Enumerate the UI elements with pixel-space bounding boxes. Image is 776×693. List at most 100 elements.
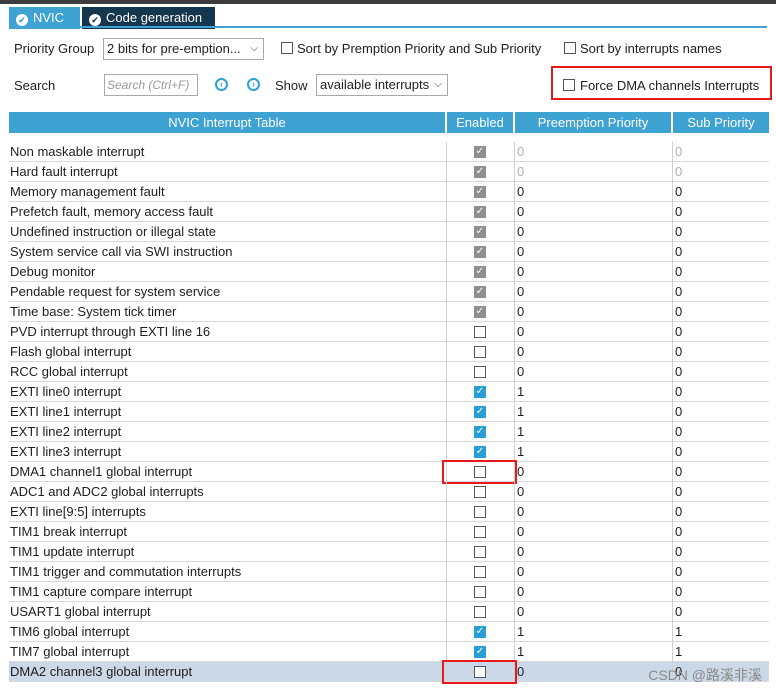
sub-priority-cell[interactable]: 0: [672, 582, 769, 602]
sub-priority-cell[interactable]: 1: [672, 642, 769, 662]
sub-priority-cell[interactable]: 0: [672, 442, 769, 462]
column-header-preemption[interactable]: Preemption Priority: [515, 112, 671, 133]
table-row[interactable]: Hard fault interrupt ✓ 0 0: [9, 162, 769, 182]
sub-priority-cell[interactable]: 0: [672, 482, 769, 502]
table-row[interactable]: EXTI line[9:5] interrupts 0 0: [9, 502, 769, 522]
show-select[interactable]: available interrupts ⌵: [316, 74, 448, 96]
preemption-priority-cell[interactable]: 1: [514, 382, 672, 402]
table-row[interactable]: TIM7 global interrupt ✓ 1 1: [9, 642, 769, 662]
column-header-name[interactable]: NVIC Interrupt Table: [9, 112, 445, 133]
preemption-priority-cell[interactable]: 0: [514, 342, 672, 362]
table-row[interactable]: Debug monitor ✓ 0 0: [9, 262, 769, 282]
sub-priority-cell[interactable]: 0: [672, 382, 769, 402]
sub-priority-cell[interactable]: 0: [672, 242, 769, 262]
enabled-checkbox[interactable]: ✓: [474, 626, 486, 638]
enabled-checkbox[interactable]: [474, 606, 486, 618]
preemption-priority-cell[interactable]: 1: [514, 642, 672, 662]
sub-priority-cell[interactable]: 0: [672, 402, 769, 422]
preemption-priority-cell[interactable]: 0: [514, 262, 672, 282]
preemption-priority-cell[interactable]: 0: [514, 182, 672, 202]
preemption-priority-cell[interactable]: 1: [514, 422, 672, 442]
sub-priority-cell[interactable]: 0: [672, 322, 769, 342]
table-row[interactable]: Memory management fault ✓ 0 0: [9, 182, 769, 202]
preemption-priority-cell[interactable]: 0: [514, 522, 672, 542]
sub-priority-cell[interactable]: 0: [672, 502, 769, 522]
column-header-sub-priority[interactable]: Sub Priority: [673, 112, 769, 133]
search-previous-icon[interactable]: ‹: [215, 78, 228, 91]
table-row[interactable]: USART1 global interrupt 0 0: [9, 602, 769, 622]
enabled-checkbox[interactable]: [474, 366, 486, 378]
preemption-priority-cell[interactable]: 0: [514, 602, 672, 622]
table-row[interactable]: EXTI line2 interrupt ✓ 1 0: [9, 422, 769, 442]
table-row[interactable]: Prefetch fault, memory access fault ✓ 0 0: [9, 202, 769, 222]
table-row[interactable]: System service call via SWI instruction ✓…: [9, 242, 769, 262]
sub-priority-cell[interactable]: 0: [672, 262, 769, 282]
sub-priority-cell[interactable]: 0: [672, 342, 769, 362]
table-row[interactable]: TIM6 global interrupt ✓ 1 1: [9, 622, 769, 642]
enabled-checkbox[interactable]: ✓: [474, 426, 486, 438]
table-row[interactable]: TIM1 capture compare interrupt 0 0: [9, 582, 769, 602]
preemption-priority-cell[interactable]: 1: [514, 402, 672, 422]
preemption-priority-cell[interactable]: 0: [514, 502, 672, 522]
table-row[interactable]: Non maskable interrupt ✓ 0 0: [9, 142, 769, 162]
enabled-checkbox[interactable]: [474, 346, 486, 358]
column-header-enabled[interactable]: Enabled: [447, 112, 513, 133]
enabled-checkbox[interactable]: [474, 506, 486, 518]
preemption-priority-cell[interactable]: 0: [514, 562, 672, 582]
table-row[interactable]: Pendable request for system service ✓ 0 0: [9, 282, 769, 302]
sub-priority-cell[interactable]: 0: [672, 202, 769, 222]
preemption-priority-cell[interactable]: 0: [514, 202, 672, 222]
table-row[interactable]: Undefined instruction or illegal state ✓ 0…: [9, 222, 769, 242]
preemption-priority-cell[interactable]: 0: [514, 282, 672, 302]
sort-names-checkbox[interactable]: [564, 42, 576, 54]
sub-priority-cell[interactable]: 0: [672, 422, 769, 442]
sub-priority-cell[interactable]: 0: [672, 282, 769, 302]
preemption-priority-cell[interactable]: 0: [514, 482, 672, 502]
enabled-checkbox[interactable]: ✓: [474, 406, 486, 418]
enabled-checkbox[interactable]: [474, 566, 486, 578]
table-row[interactable]: ADC1 and ADC2 global interrupts 0 0: [9, 482, 769, 502]
enabled-checkbox[interactable]: [474, 586, 486, 598]
preemption-priority-cell[interactable]: 0: [514, 462, 672, 482]
table-row[interactable]: TIM1 update interrupt 0 0: [9, 542, 769, 562]
sub-priority-cell[interactable]: 0: [672, 362, 769, 382]
sub-priority-cell[interactable]: 0: [672, 302, 769, 322]
preemption-priority-cell[interactable]: 0: [514, 362, 672, 382]
table-row[interactable]: DMA1 channel1 global interrupt 0 0: [9, 462, 769, 482]
enabled-checkbox[interactable]: ✓: [474, 646, 486, 658]
preemption-priority-cell[interactable]: 0: [514, 542, 672, 562]
priority-group-select[interactable]: 2 bits for pre-emption... ⌵: [103, 38, 264, 60]
enabled-checkbox[interactable]: ✓: [474, 446, 486, 458]
sort-premption-checkbox[interactable]: [281, 42, 293, 54]
table-row[interactable]: EXTI line3 interrupt ✓ 1 0: [9, 442, 769, 462]
enabled-checkbox[interactable]: [474, 526, 486, 538]
table-row[interactable]: Flash global interrupt 0 0: [9, 342, 769, 362]
table-row[interactable]: EXTI line1 interrupt ✓ 1 0: [9, 402, 769, 422]
sub-priority-cell[interactable]: 0: [672, 562, 769, 582]
enabled-checkbox[interactable]: [474, 486, 486, 498]
table-row[interactable]: PVD interrupt through EXTI line 16 0 0: [9, 322, 769, 342]
search-input[interactable]: Search (Ctrl+F): [104, 74, 198, 96]
sub-priority-cell[interactable]: 1: [672, 622, 769, 642]
table-row[interactable]: TIM1 break interrupt 0 0: [9, 522, 769, 542]
preemption-priority-cell[interactable]: 1: [514, 442, 672, 462]
preemption-priority-cell[interactable]: 0: [514, 222, 672, 242]
enabled-checkbox[interactable]: [474, 326, 486, 338]
sub-priority-cell[interactable]: 0: [672, 602, 769, 622]
preemption-priority-cell[interactable]: 0: [514, 302, 672, 322]
preemption-priority-cell[interactable]: 0: [514, 582, 672, 602]
enabled-checkbox[interactable]: [474, 546, 486, 558]
table-row[interactable]: Time base: System tick timer ✓ 0 0: [9, 302, 769, 322]
enabled-checkbox[interactable]: ✓: [474, 386, 486, 398]
search-next-icon[interactable]: ›: [247, 78, 260, 91]
table-row[interactable]: EXTI line0 interrupt ✓ 1 0: [9, 382, 769, 402]
sub-priority-cell[interactable]: 0: [672, 222, 769, 242]
table-row[interactable]: RCC global interrupt 0 0: [9, 362, 769, 382]
sub-priority-cell[interactable]: 0: [672, 542, 769, 562]
sub-priority-cell[interactable]: 0: [672, 462, 769, 482]
preemption-priority-cell[interactable]: 0: [514, 242, 672, 262]
preemption-priority-cell[interactable]: 0: [514, 322, 672, 342]
sub-priority-cell[interactable]: 0: [672, 522, 769, 542]
preemption-priority-cell[interactable]: 1: [514, 622, 672, 642]
sub-priority-cell[interactable]: 0: [672, 182, 769, 202]
